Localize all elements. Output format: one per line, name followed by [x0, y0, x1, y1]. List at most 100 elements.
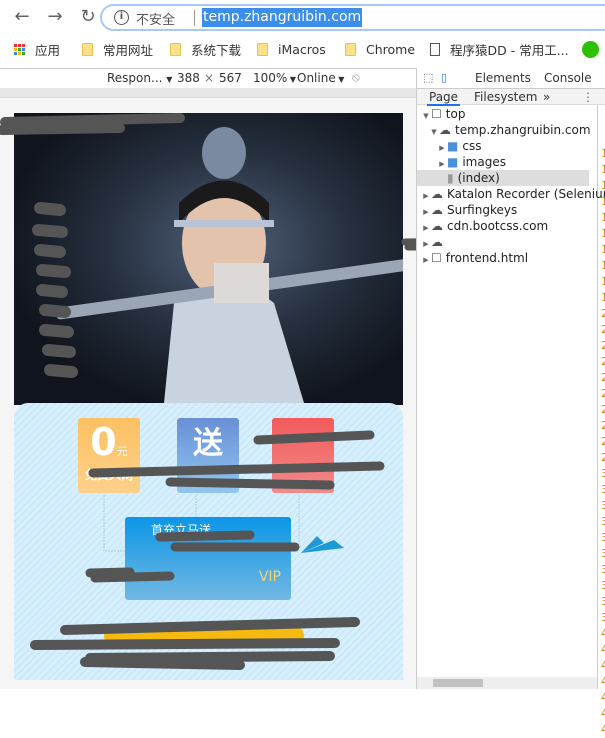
address-bar[interactable]: i 不安全 temp.zhangruibin.com [100, 4, 605, 31]
cloud-icon: ☁ [431, 235, 443, 249]
width-input[interactable]: 388 [177, 71, 200, 85]
frame-icon: ☐ [431, 251, 442, 265]
rotate-icon[interactable]: ⦸ [352, 70, 360, 85]
tree-item[interactable]: ▶ ■ css [417, 138, 589, 154]
tab-page[interactable]: Page [427, 90, 461, 106]
device-toolbar: Respon... ▼ 388 × 567 100% ▼ Online ▼ ⦸ … [0, 68, 416, 88]
line-number: 2 [601, 387, 605, 400]
line-number: 2 [601, 355, 605, 368]
tree-item-label: Surfingkeys [447, 203, 518, 217]
folder-icon [170, 42, 181, 56]
line-number: 3 [601, 579, 605, 592]
height-input[interactable]: 567 [219, 71, 242, 85]
bookmark-label: Chrome [366, 41, 416, 57]
expand-right-icon[interactable]: ▶ [421, 252, 431, 268]
line-number: 4 [601, 643, 605, 656]
action-button[interactable] [104, 625, 304, 647]
line-number: 1 [601, 147, 605, 160]
inspect-icon[interactable]: ⬚ [423, 71, 433, 84]
tree-item[interactable]: ▼ ☐ top [417, 106, 589, 122]
reload-icon[interactable]: ↻ [77, 6, 99, 28]
devtools-panel: ⬚ ▯ Elements Console Page Filesystem » ⋮… [416, 68, 605, 736]
folder-icon: ■ [447, 155, 459, 169]
tree-item-label: temp.zhangruibin.com [455, 123, 591, 137]
tree-item-label: images [462, 155, 506, 169]
tree-item-label: (index) [457, 171, 500, 185]
vip-card-title: 首充立马送 [151, 523, 212, 537]
more-tabs-icon[interactable]: » [543, 90, 550, 104]
line-number: 2 [601, 435, 605, 448]
line-number: 3 [601, 595, 605, 608]
tree-item[interactable]: ▶ ☐ frontend.html [417, 250, 589, 266]
file-icon: ▮ [447, 171, 454, 185]
info-icon[interactable]: i [114, 10, 129, 25]
line-number: 4 [601, 659, 605, 672]
line-number: 1 [601, 243, 605, 256]
bookmark-apps[interactable]: 应用 [14, 37, 60, 61]
cloud-icon: ☁ [431, 203, 443, 217]
tree-item[interactable]: ▶ ■ images [417, 154, 589, 170]
promo-card: 0元 免费入网 送 首充立马送 VIP [14, 403, 403, 680]
url-text[interactable]: temp.zhangruibin.com [202, 8, 363, 27]
bookmark-label: 应用 [35, 42, 61, 58]
bookmark-folder[interactable]: Chrome [345, 37, 415, 61]
tree-item-label: frontend.html [445, 251, 529, 265]
line-number: 2 [601, 419, 605, 432]
tree-item[interactable]: ▶ ☁ [417, 234, 589, 250]
wechat-icon[interactable] [582, 41, 599, 58]
divider [194, 10, 195, 26]
frame-icon: ☐ [431, 107, 442, 121]
bookmark-folder[interactable]: iMacros [257, 37, 326, 61]
line-number: 2 [601, 371, 605, 384]
line-number: 3 [601, 467, 605, 480]
folder-icon [345, 42, 356, 56]
tab-filesystem[interactable]: Filesystem [474, 90, 537, 104]
security-label[interactable]: 不安全 [136, 9, 175, 28]
device-toggle-icon[interactable]: ▯ [441, 71, 447, 84]
tab-console[interactable]: Console [544, 68, 592, 88]
media-query-ruler [0, 88, 416, 98]
line-number: 1 [601, 227, 605, 240]
sources-subtabs: Page Filesystem » ⋮ [417, 88, 605, 106]
bookmark-label: 程序猿DD - 常用工... [450, 42, 569, 58]
folder-icon: ■ [447, 139, 459, 153]
line-number: 4 [601, 627, 605, 640]
vip-card: 首充立马送 VIP [125, 517, 291, 600]
device-select[interactable]: Respon... ▼ [107, 71, 172, 85]
network-label: Online [297, 71, 336, 85]
vip-label: VIP [258, 569, 281, 585]
line-number: 1 [601, 275, 605, 288]
zoom-select[interactable]: 100% ▼ [253, 71, 296, 85]
tree-item[interactable]: ▶ ☁ Katalon Recorder (Selenium [417, 186, 605, 202]
tree-item[interactable]: ▶ ☁ Surfingkeys [417, 202, 589, 218]
line-number: 4 [601, 675, 605, 688]
line-number: 1 [601, 163, 605, 176]
line-number: 3 [601, 563, 605, 576]
bookmark-page[interactable]: 程序猿DD - 常用工... [430, 37, 569, 61]
line-number: 1 [601, 211, 605, 224]
bookmark-folder[interactable]: 常用网址 [82, 37, 153, 61]
line-number: 3 [601, 611, 605, 624]
back-arrow-icon[interactable]: ← [11, 6, 33, 28]
tree-item[interactable]: ▮ (index) [417, 170, 589, 186]
network-select[interactable]: Online ▼ [297, 71, 344, 85]
cloud-icon: ☁ [439, 123, 451, 137]
line-number: 4 [601, 723, 605, 736]
line-number: 1 [601, 179, 605, 192]
page-icon [430, 42, 440, 56]
tab-elements[interactable]: Elements [475, 68, 531, 88]
line-number: 4 [601, 691, 605, 704]
forward-arrow-icon[interactable]: → [44, 6, 66, 28]
horizontal-scrollbar[interactable] [417, 677, 597, 689]
hero-image [14, 113, 403, 405]
tree-item[interactable]: ▼ ☁ temp.zhangruibin.com [417, 122, 591, 138]
apps-grid-icon [14, 43, 25, 55]
line-number: 2 [601, 307, 605, 320]
bookmark-folder[interactable]: 系统下载 [170, 37, 241, 61]
line-number: 1 [601, 259, 605, 272]
bookmark-label: 系统下载 [191, 42, 242, 58]
more-options-icon[interactable]: ⋮ [582, 90, 594, 104]
cloud-icon: ☁ [431, 219, 443, 233]
line-number: 2 [601, 451, 605, 464]
tree-item[interactable]: ▶ ☁ cdn.bootcss.com [417, 218, 589, 234]
